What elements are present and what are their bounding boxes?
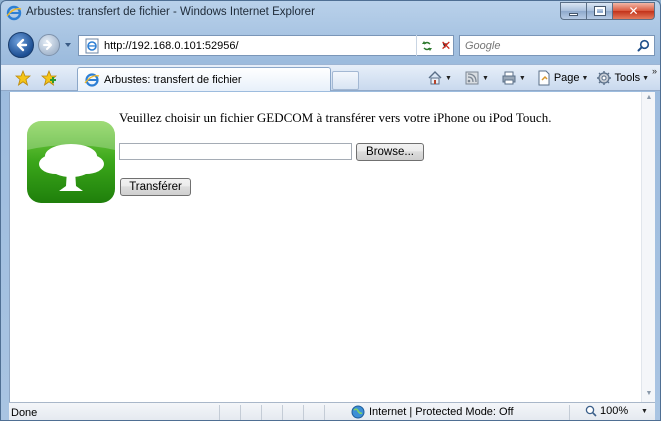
minimize-icon xyxy=(569,12,578,16)
file-path-field[interactable] xyxy=(119,143,352,160)
zoom-level: 100% xyxy=(600,405,629,417)
url-text[interactable]: http://192.168.0.101:52956/ xyxy=(104,40,437,52)
feeds-icon xyxy=(465,71,479,85)
close-button[interactable]: ✕ xyxy=(612,2,655,20)
home-icon xyxy=(428,71,442,85)
tools-menu[interactable]: Tools ▼ xyxy=(594,70,651,86)
zoom-dropdown-icon[interactable]: ▼ xyxy=(641,408,648,415)
search-button[interactable] xyxy=(632,36,654,55)
search-input[interactable] xyxy=(460,36,632,55)
tab-label: Arbustes: transfert de fichier xyxy=(104,73,242,86)
refresh-icon xyxy=(421,40,432,51)
print-button[interactable]: ▼ xyxy=(499,70,528,86)
tools-gear-icon xyxy=(597,71,612,85)
page-icon xyxy=(538,70,550,86)
page-dropdown-icon: ▼ xyxy=(581,74,589,82)
feeds-button[interactable]: ▼ xyxy=(462,70,491,86)
security-zone-label: Internet | Protected Mode: Off xyxy=(369,406,514,418)
ie-logo-icon xyxy=(6,5,22,21)
refresh-button[interactable] xyxy=(416,35,436,56)
maximize-button[interactable] xyxy=(586,2,612,20)
stop-button[interactable]: ✕ xyxy=(436,35,456,56)
print-dropdown-icon[interactable]: ▼ xyxy=(519,75,526,82)
security-zone[interactable]: Internet | Protected Mode: Off xyxy=(351,405,514,419)
status-bar: Done Internet | Protected Mode: Off 100%… xyxy=(9,402,655,420)
maximize-icon xyxy=(593,6,606,16)
minimize-button[interactable] xyxy=(560,2,586,20)
status-text: Done xyxy=(11,407,38,419)
feeds-dropdown-icon[interactable]: ▼ xyxy=(482,75,489,82)
upload-prompt: Veuillez choisir un fichier GEDCOM à tra… xyxy=(119,110,552,125)
vertical-scrollbar[interactable]: ▲ ▼ xyxy=(641,92,655,402)
browser-window: Arbustes: transfert de fichier - Windows… xyxy=(0,0,661,421)
upload-button[interactable]: Transférer xyxy=(120,178,191,196)
back-arrow-icon xyxy=(16,38,28,52)
home-dropdown-icon[interactable]: ▼ xyxy=(445,75,452,82)
print-icon xyxy=(502,71,516,85)
forward-arrow-icon xyxy=(43,40,52,50)
search-icon xyxy=(637,39,649,52)
tools-menu-label: Tools xyxy=(614,72,641,84)
page-favicon xyxy=(85,38,99,53)
home-button[interactable]: ▼ xyxy=(425,70,454,86)
page-menu[interactable]: Page ▼ xyxy=(534,70,591,86)
status-separator xyxy=(569,405,570,420)
scroll-down-icon[interactable]: ▼ xyxy=(645,390,653,398)
favorites-star-icon[interactable] xyxy=(15,70,31,86)
window-title: Arbustes: transfert de fichier - Windows… xyxy=(26,6,315,18)
navigation-bar: http://192.168.0.101:52956/ ▼ ✕ xyxy=(1,28,660,62)
close-icon: ✕ xyxy=(628,4,639,18)
command-tools: ▼ ▼ ▼ Page ▼ Tools ▼ xyxy=(425,69,651,87)
page-content: Veuillez choisir un fichier GEDCOM à tra… xyxy=(9,92,655,402)
zoom-icon xyxy=(585,405,597,417)
scroll-up-icon[interactable]: ▲ xyxy=(645,94,653,102)
zoom-control[interactable]: 100% xyxy=(585,405,628,417)
browse-button[interactable]: Browse... xyxy=(356,143,424,161)
tab-active[interactable]: Arbustes: transfert de fichier xyxy=(77,67,331,91)
recent-pages-dropdown-icon[interactable] xyxy=(64,41,72,49)
new-tab-button[interactable] xyxy=(332,71,359,90)
title-bar[interactable]: Arbustes: transfert de fichier - Windows… xyxy=(1,1,660,25)
more-chevron-icon[interactable]: » xyxy=(652,66,657,76)
command-bar: Arbustes: transfert de fichier ▼ ▼ ▼ Pag… xyxy=(1,64,660,91)
tools-dropdown-icon: ▼ xyxy=(642,74,650,82)
address-bar[interactable]: http://192.168.0.101:52956/ ▼ xyxy=(78,35,454,56)
tree-app-logo xyxy=(27,121,115,203)
caption-buttons: ✕ xyxy=(560,2,655,20)
tab-ie-icon xyxy=(84,72,100,87)
page-menu-label: Page xyxy=(553,72,580,84)
status-panes xyxy=(219,405,345,420)
search-box[interactable] xyxy=(459,35,655,56)
add-favorites-icon[interactable] xyxy=(41,70,57,86)
stop-icon: ✕ xyxy=(440,37,452,53)
globe-icon xyxy=(351,405,365,419)
forward-button[interactable] xyxy=(38,34,60,56)
back-button[interactable] xyxy=(8,32,34,58)
